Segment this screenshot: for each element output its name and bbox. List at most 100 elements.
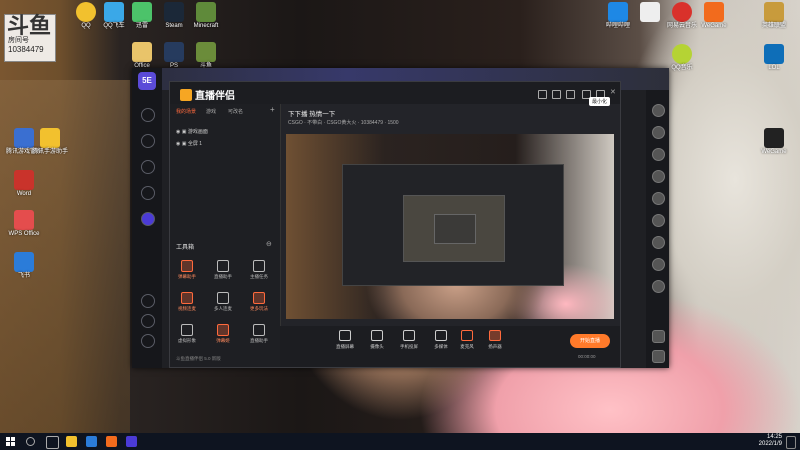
avatar[interactable] (652, 214, 665, 227)
desktop-icon[interactable]: WeGame (692, 2, 736, 30)
tool-more[interactable]: 更多玩法 (246, 292, 272, 312)
desktop-icon[interactable]: WeGame (752, 128, 796, 156)
avatar[interactable] (652, 192, 665, 205)
live-preview[interactable] (286, 134, 614, 319)
app-icon (704, 2, 724, 22)
tool-live-helper[interactable]: 直播助手 (246, 324, 272, 344)
phone-cast-button[interactable]: 手机投屏 (394, 330, 424, 350)
status-line: 斗鱼直播伴侣 5.0 新版 (176, 356, 221, 361)
taskbar-clock[interactable]: 14:25 2022/1/9 (752, 434, 782, 448)
avatar[interactable] (652, 280, 665, 293)
tab-game[interactable]: 游戏 (206, 108, 216, 115)
douyu-taskbar-icon[interactable] (106, 436, 117, 447)
file-explorer-icon[interactable] (66, 436, 77, 447)
expand-icon[interactable] (652, 330, 665, 343)
close-icon[interactable]: ✕ (610, 88, 617, 96)
clock-time: 14:25 (766, 434, 782, 440)
tool-tasks[interactable]: 主播任务 (246, 260, 272, 280)
desktop-icon[interactable]: LOL (752, 44, 796, 72)
scene-item[interactable]: ◉ ▣ 游戏画面 (176, 128, 208, 135)
app-icon (132, 2, 152, 22)
speaker-button[interactable]: 扬声器 (480, 330, 510, 350)
app-icon (608, 2, 628, 22)
app-icon (672, 44, 692, 64)
5e-taskbar-icon[interactable] (126, 436, 137, 447)
desktop-icon[interactable]: 斗鱼 (184, 42, 228, 70)
app-icon (672, 2, 692, 22)
game-icon[interactable] (141, 134, 155, 148)
desktop-icon[interactable]: 飞书 (2, 252, 46, 280)
desktop-icon[interactable]: 英雄联盟 (752, 2, 796, 30)
chat-icon[interactable] (141, 160, 155, 174)
message-icon[interactable] (652, 350, 665, 363)
wifi-icon[interactable] (141, 186, 155, 200)
app-icon (164, 2, 184, 22)
notification-icon[interactable] (786, 436, 796, 449)
tool-danmu-ji[interactable]: 弹幕姬 (210, 324, 236, 344)
speaker-icon (489, 330, 501, 341)
home-icon[interactable] (141, 108, 155, 122)
phone-icon (403, 330, 415, 341)
sticky-note-line1: 房间号 (8, 37, 29, 44)
add-scene-icon[interactable]: + (270, 105, 275, 114)
desktop-icon[interactable]: Minecraft (184, 2, 228, 30)
sticky-note[interactable]: 斗鱼 房间号 10384479 (4, 14, 56, 62)
message-icon[interactable] (538, 90, 547, 99)
avatar[interactable] (652, 104, 665, 117)
search-icon[interactable] (141, 294, 155, 308)
mic-button[interactable]: 麦克风 (452, 330, 482, 350)
tab-rename[interactable]: 可改名 (228, 108, 243, 115)
tool-multi-link[interactable]: 多人连麦 (210, 292, 236, 312)
windows-start-icon[interactable] (6, 437, 15, 446)
tasks-icon (253, 260, 265, 272)
app-icon (14, 210, 34, 230)
settings-icon[interactable] (141, 314, 155, 328)
5e-logo[interactable]: 5E (138, 72, 156, 90)
friends-icon[interactable] (141, 334, 155, 348)
brand-logo-icon (180, 89, 192, 101)
mic-icon (461, 330, 473, 341)
avatar[interactable] (652, 258, 665, 271)
source-toolbar: 直播屏幕 摄像头 手机投屏 多媒体 麦克风 扬声器 开始直播 00:00:00 (280, 326, 620, 367)
desktop-icon[interactable]: 腾讯手游助手 (28, 128, 72, 156)
menu-icon[interactable] (566, 90, 575, 99)
desktop-icon[interactable]: WPS Office (2, 210, 46, 238)
camera-button[interactable]: 摄像头 (362, 330, 392, 350)
danmu-ji-icon (217, 324, 229, 336)
tab-my-scenes[interactable]: 我的场景 (176, 108, 196, 115)
app-icon (14, 252, 34, 272)
app-icon (764, 2, 784, 22)
skin-icon[interactable] (552, 90, 561, 99)
streaming-client-window[interactable]: 5E 直播伴侣 ✕ 我的场景 游戏 可改名 + ◉ ▣ 游戏画面 ◉ ▣ 全屏 … (132, 68, 669, 368)
nested-window-preview (342, 164, 564, 286)
play-icon (435, 330, 447, 341)
screen-capture-button[interactable]: 直播屏幕 (330, 330, 360, 350)
tool-avatar[interactable]: 虚拟形象 (174, 324, 200, 344)
tool-video-link[interactable]: 视频连麦 (174, 292, 200, 312)
scene-panel: 我的场景 游戏 可改名 + ◉ ▣ 游戏画面 ◉ ▣ 全屏 1 工具箱 ⊖ 弹幕… (170, 104, 281, 367)
scene-item[interactable]: ◉ ▣ 全屏 1 (176, 140, 202, 147)
tool-assistant[interactable]: 直播助手 (210, 260, 236, 280)
monitor-icon (339, 330, 351, 341)
live-companion-app[interactable]: 直播伴侣 ✕ 我的场景 游戏 可改名 + ◉ ▣ 游戏画面 ◉ ▣ 全屏 1 工… (169, 81, 621, 368)
start-live-button[interactable]: 开始直播 (570, 334, 610, 348)
nested-preview-2 (403, 195, 505, 262)
app-titlebar: 直播伴侣 ✕ (170, 82, 620, 104)
toolbox-title: 工具箱 (176, 245, 195, 251)
avatar[interactable] (652, 126, 665, 139)
tool-danmu[interactable]: 弹幕助手 (174, 260, 200, 280)
avatar[interactable] (652, 170, 665, 183)
app-icon (164, 42, 184, 62)
avatar[interactable] (652, 148, 665, 161)
taskbar: 14:25 2022/1/9 (0, 433, 800, 450)
avatar[interactable] (652, 236, 665, 249)
task-view-icon[interactable] (46, 436, 59, 449)
desktop-icon[interactable]: Word (2, 170, 46, 198)
collapse-icon[interactable] (141, 212, 155, 226)
clock-date: 2022/1/9 (758, 441, 782, 447)
app-icon[interactable] (86, 436, 97, 447)
stream-subtitle: CSGO · 不带白 · CSGO黄大火 · 10384479 · 1500 (288, 120, 399, 126)
toolbox-collapse-icon[interactable]: ⊖ (266, 240, 272, 248)
left-rail: 5E (132, 68, 162, 368)
search-icon[interactable] (26, 437, 35, 446)
